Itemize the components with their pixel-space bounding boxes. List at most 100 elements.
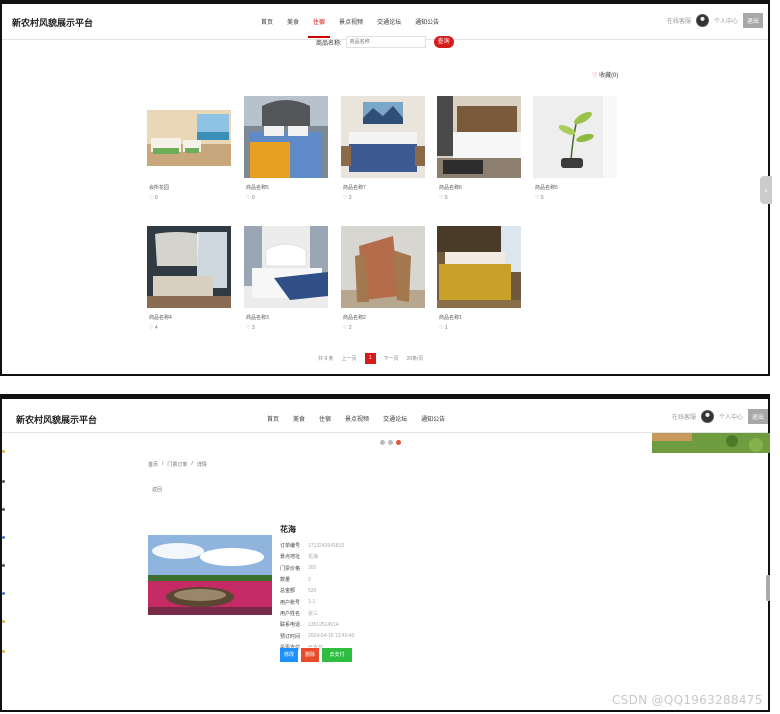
- main-nav: 首页 美食 住宿 景点视频 交通论坛 通知公告: [254, 17, 446, 38]
- card-image[interactable]: [437, 96, 521, 178]
- prev-page-button[interactable]: 上一页: [342, 355, 357, 362]
- user-center-link[interactable]: 个人中心: [714, 16, 738, 25]
- nav-lodging[interactable]: 住宿: [306, 17, 332, 38]
- lodging-card[interactable]: 商品名称2 ♡ 2: [339, 220, 429, 340]
- lodging-card[interactable]: 商品名称6 ♡ 5: [435, 90, 525, 210]
- detail-row-total: 总金额 520: [280, 585, 354, 596]
- detail-fields: 订单编号 1713243541810 景点地址 花海 门票价格 260 数量 2 总金额…: [280, 540, 354, 653]
- search-button[interactable]: 查询: [433, 36, 454, 48]
- like-count: 2: [348, 325, 352, 331]
- field-label: 用户账号: [280, 599, 301, 606]
- favorites-link[interactable]: ♡ 收藏(0): [592, 70, 618, 79]
- breadcrumb-separator: /: [191, 461, 193, 467]
- carousel-dot[interactable]: [380, 440, 385, 445]
- nav-lodging[interactable]: 住宿: [312, 414, 338, 428]
- detail-row-phone: 联系电话 13512514514: [280, 619, 354, 630]
- next-page-button[interactable]: 下一页: [384, 355, 399, 362]
- card-image[interactable]: [147, 226, 231, 308]
- breadcrumb-orders[interactable]: 门票订单: [167, 461, 187, 468]
- lodging-card[interactable]: 商品名称5 ♡ 0: [242, 90, 332, 210]
- pagination: 共 9 条 上一页 1 下一页 20条/页: [318, 353, 424, 364]
- page-size-select[interactable]: 20条/页: [407, 355, 424, 362]
- online-service-link[interactable]: 在线客服: [672, 412, 696, 421]
- card-title: 商品名称3: [246, 315, 269, 321]
- card-image[interactable]: [437, 226, 521, 308]
- field-value: 1713243541810: [308, 542, 345, 549]
- left-edge-marks: [2, 404, 5, 694]
- detail-row-price: 门票价格 260: [280, 563, 354, 574]
- breadcrumb-home[interactable]: 首页: [148, 461, 158, 468]
- accommodation-list-panel: 新农村风貌展示平台 首页 美食 住宿 景点视频 交通论坛 通知公告 在线客服 个…: [0, 0, 772, 376]
- card-likes: ♡ 2: [343, 195, 352, 201]
- card-likes: ♡ 2: [343, 325, 352, 331]
- like-count: 5: [444, 195, 448, 201]
- logout-button[interactable]: 退出: [743, 13, 764, 28]
- like-icon: ♡: [343, 325, 348, 331]
- like-icon: ♡: [246, 195, 251, 201]
- online-service-link[interactable]: 在线客服: [667, 16, 691, 25]
- card-image[interactable]: [341, 96, 425, 178]
- field-value: 260: [308, 565, 317, 572]
- nav-food[interactable]: 美食: [280, 17, 306, 31]
- nav-scenic-video[interactable]: 景点视频: [338, 414, 376, 428]
- card-image[interactable]: [244, 226, 328, 308]
- delete-button[interactable]: 删除: [301, 648, 319, 662]
- search-label: 商品名称:: [316, 40, 342, 47]
- nav-home[interactable]: 首页: [260, 414, 286, 428]
- like-count: 1: [444, 325, 448, 331]
- nav-notices[interactable]: 通知公告: [414, 414, 452, 428]
- nav-food[interactable]: 美食: [286, 414, 312, 428]
- card-image[interactable]: [341, 226, 425, 308]
- site-header: 新农村风貌展示平台 首页 美食 住宿 景点视频 交通论坛 通知公告 在线客服 个…: [2, 4, 768, 40]
- card-likes: ♡ 4: [149, 325, 158, 331]
- like-count: 3: [251, 325, 255, 331]
- card-title: 商品名称5: [246, 185, 269, 191]
- edit-button[interactable]: 修改: [280, 648, 298, 662]
- avatar[interactable]: [696, 14, 710, 27]
- logout-button[interactable]: 退出: [748, 409, 768, 424]
- search-input[interactable]: [345, 36, 426, 48]
- breadcrumb-current: 详情: [196, 462, 207, 468]
- like-count: 0: [154, 195, 158, 201]
- card-likes: ♡ 5: [535, 195, 544, 201]
- card-likes: ♡ 0: [149, 195, 158, 201]
- pay-button[interactable]: 去支付: [322, 648, 352, 662]
- lodging-card[interactable]: 商品名称5 ♡ 5: [531, 90, 621, 210]
- carousel-dot[interactable]: [388, 440, 393, 445]
- field-label: 用户姓名: [280, 610, 301, 617]
- lodging-card[interactable]: 商品名称3 ♡ 3: [242, 220, 332, 340]
- site-brand[interactable]: 新农村风貌展示平台: [16, 413, 97, 426]
- lodging-card[interactable]: 商品名称4 ♡ 4: [145, 220, 235, 340]
- card-image[interactable]: [533, 96, 617, 178]
- back-button[interactable]: 返回: [152, 486, 162, 493]
- nav-forum[interactable]: 交通论坛: [370, 17, 408, 31]
- carousel-dot-active[interactable]: [396, 440, 401, 445]
- field-value: 1-1: [308, 599, 316, 606]
- field-value: 520: [308, 587, 317, 594]
- detail-row-name: 用户姓名 张三: [280, 608, 354, 619]
- site-brand[interactable]: 新农村风貌展示平台: [12, 16, 93, 29]
- chevron-right-icon[interactable]: ›: [760, 176, 772, 204]
- lodging-card[interactable]: 商品名称7 ♡ 2: [339, 90, 429, 210]
- user-area: 在线客服 个人中心 退出: [672, 409, 768, 424]
- search-row: 商品名称: 查询: [316, 36, 454, 48]
- avatar[interactable]: [701, 410, 714, 423]
- nav-home[interactable]: 首页: [254, 17, 280, 31]
- detail-actions: 修改 删除 去支付: [280, 648, 352, 662]
- lodging-card[interactable]: 会所花园 ♡ 0: [145, 90, 235, 210]
- user-center-link[interactable]: 个人中心: [719, 412, 743, 421]
- detail-row-order-no: 订单编号 1713243541810: [280, 540, 354, 551]
- lodging-card[interactable]: 商品名称1 ♡ 1: [435, 220, 525, 340]
- main-nav: 首页 美食 住宿 景点视频 交通论坛 通知公告: [260, 414, 452, 428]
- nav-forum[interactable]: 交通论坛: [376, 414, 414, 428]
- detail-row-booking-time: 预订时间 2024-04-16 13:40:40: [280, 630, 354, 641]
- banner-image: [652, 433, 770, 453]
- card-image[interactable]: [147, 110, 231, 166]
- field-value: 花海: [308, 554, 319, 561]
- card-image[interactable]: [244, 96, 328, 178]
- nav-scenic-video[interactable]: 景点视频: [332, 17, 370, 31]
- page-1-button[interactable]: 1: [364, 353, 376, 364]
- side-tab-handle[interactable]: [766, 575, 770, 601]
- like-count: 5: [540, 195, 544, 201]
- nav-notices[interactable]: 通知公告: [408, 17, 446, 31]
